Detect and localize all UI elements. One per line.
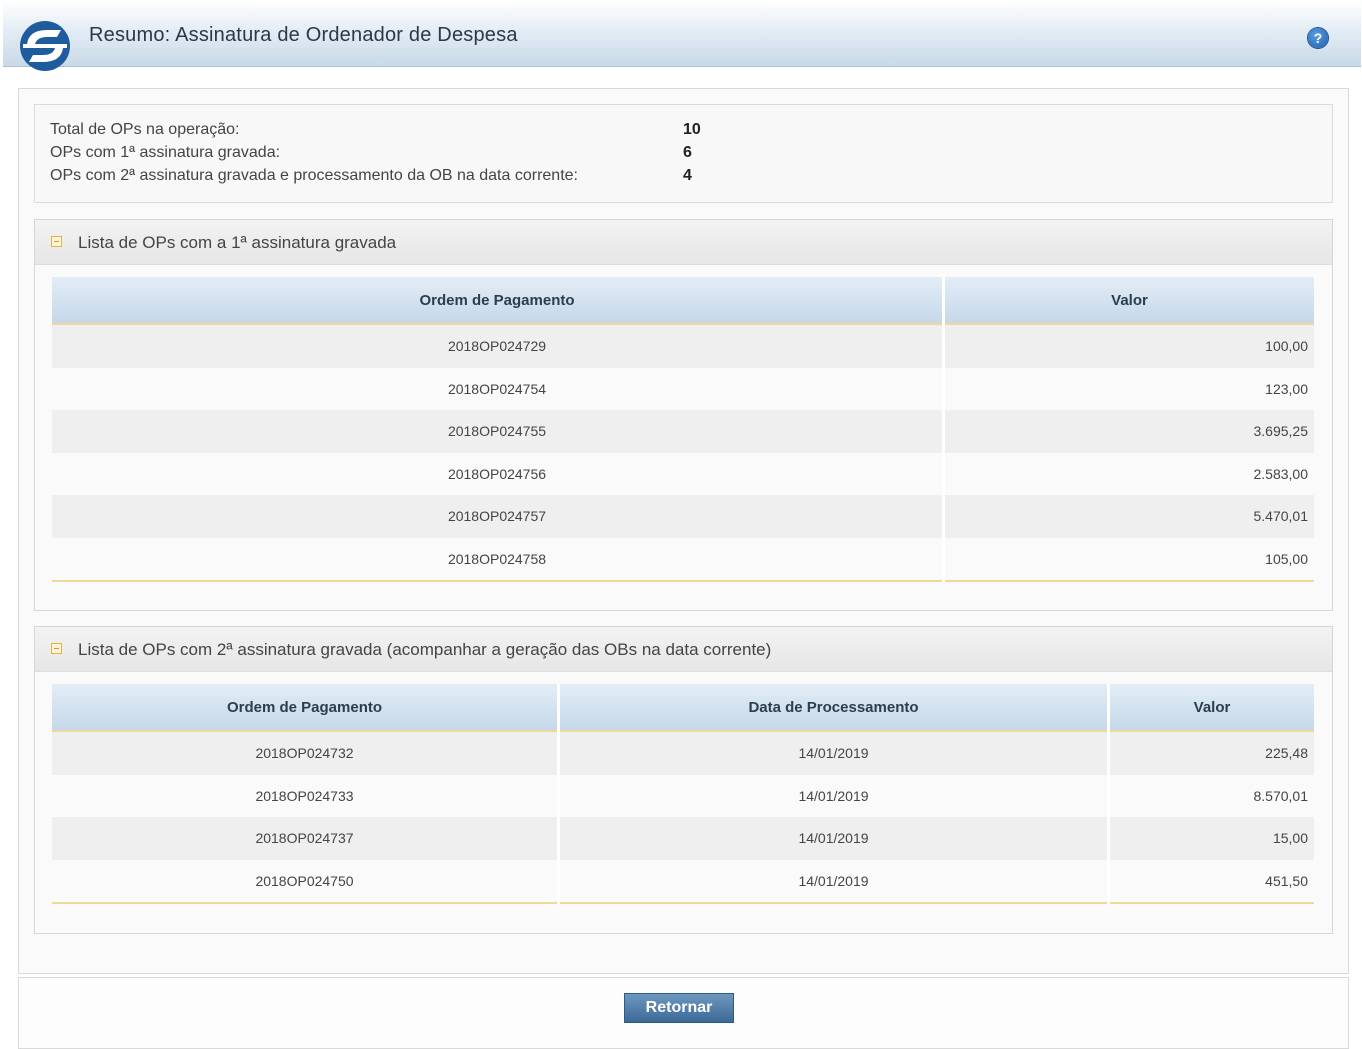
section-header[interactable]: Lista de OPs com a 1ª assinatura gravada [35, 220, 1332, 265]
column-header-valor[interactable]: Valor [943, 277, 1314, 325]
cell-data: 14/01/2019 [558, 859, 1110, 904]
table-row[interactable]: 2018OP024733 14/01/2019 8.570,01 [52, 774, 1314, 817]
cell-ordem: 2018OP024758 [52, 537, 945, 582]
table-row[interactable]: 2018OP024758 105,00 [52, 537, 1314, 582]
page-title: Resumo: Assinatura de Ordenador de Despe… [89, 24, 518, 46]
section-body: Ordem de Pagamento Data de Processamento… [35, 672, 1332, 933]
table-row[interactable]: 2018OP024754 123,00 [52, 367, 1314, 410]
collapse-icon[interactable] [51, 236, 62, 247]
cell-ordem: 2018OP024737 [52, 817, 560, 860]
return-button[interactable]: Retornar [624, 993, 734, 1023]
summary-box: Total de OPs na operação: 10 OPs com 1ª … [34, 104, 1333, 203]
column-header-valor[interactable]: Valor [1108, 684, 1314, 732]
cell-data: 14/01/2019 [558, 731, 1110, 775]
total-ops-label: Total de OPs na operação: [50, 121, 240, 138]
cell-valor: 100,00 [943, 324, 1314, 368]
table-row[interactable]: 2018OP024756 2.583,00 [52, 452, 1314, 495]
page-header: Resumo: Assinatura de Ordenador de Despe… [3, 0, 1361, 71]
table-row[interactable]: 2018OP024750 14/01/2019 451,50 [52, 859, 1314, 904]
cell-valor: 105,00 [943, 537, 1314, 582]
cell-ordem: 2018OP024729 [52, 324, 945, 368]
help-icon[interactable]: ? [1308, 28, 1328, 48]
second-signature-section: Lista de OPs com 2ª assinatura gravada (… [34, 626, 1333, 934]
cell-ordem: 2018OP024757 [52, 495, 945, 538]
table-row[interactable]: 2018OP024732 14/01/2019 225,48 [52, 731, 1314, 775]
first-signature-table: Ordem de Pagamento Valor 2018OP024729 10… [52, 277, 1314, 582]
section-title: Lista de OPs com 2ª assinatura gravada (… [78, 640, 772, 659]
cell-data: 14/01/2019 [558, 774, 1110, 817]
cell-valor: 2.583,00 [943, 452, 1314, 495]
total-ops-value: 10 [683, 121, 701, 138]
first-signature-label: OPs com 1ª assinatura gravada: [50, 144, 281, 161]
cell-ordem: 2018OP024756 [52, 452, 945, 495]
cell-data: 14/01/2019 [558, 817, 1110, 860]
collapse-icon[interactable] [51, 643, 62, 654]
second-signature-value: 4 [683, 167, 692, 184]
cell-ordem: 2018OP024732 [52, 731, 560, 775]
first-signature-section: Lista de OPs com a 1ª assinatura gravada… [34, 219, 1333, 611]
column-header-ordem[interactable]: Ordem de Pagamento [52, 684, 560, 732]
cell-ordem: 2018OP024750 [52, 859, 560, 904]
section-header[interactable]: Lista de OPs com 2ª assinatura gravada (… [35, 627, 1332, 672]
table-row[interactable]: 2018OP024757 5.470,01 [52, 495, 1314, 538]
column-header-data[interactable]: Data de Processamento [558, 684, 1110, 732]
column-header-ordem[interactable]: Ordem de Pagamento [52, 277, 945, 325]
table-row[interactable]: 2018OP024737 14/01/2019 15,00 [52, 817, 1314, 860]
cell-valor: 3.695,25 [943, 410, 1314, 453]
cell-ordem: 2018OP024755 [52, 410, 945, 453]
cell-ordem: 2018OP024754 [52, 367, 945, 410]
second-signature-table: Ordem de Pagamento Data de Processamento… [52, 684, 1314, 904]
cell-valor: 15,00 [1108, 817, 1314, 860]
cell-valor: 451,50 [1108, 859, 1314, 904]
table-row[interactable]: 2018OP024729 100,00 [52, 324, 1314, 368]
table-row[interactable]: 2018OP024755 3.695,25 [52, 410, 1314, 453]
cell-valor: 8.570,01 [1108, 774, 1314, 817]
cell-valor: 5.470,01 [943, 495, 1314, 538]
siafi-logo-icon [20, 21, 70, 71]
cell-ordem: 2018OP024733 [52, 774, 560, 817]
section-title: Lista de OPs com a 1ª assinatura gravada [78, 233, 397, 252]
main-panel: Total de OPs na operação: 10 OPs com 1ª … [18, 88, 1349, 974]
footer-bar: Retornar [18, 977, 1349, 1049]
second-signature-label: OPs com 2ª assinatura gravada e processa… [50, 167, 578, 184]
section-body: Ordem de Pagamento Valor 2018OP024729 10… [35, 265, 1332, 610]
cell-valor: 225,48 [1108, 731, 1314, 775]
cell-valor: 123,00 [943, 367, 1314, 410]
first-signature-value: 6 [683, 144, 692, 161]
